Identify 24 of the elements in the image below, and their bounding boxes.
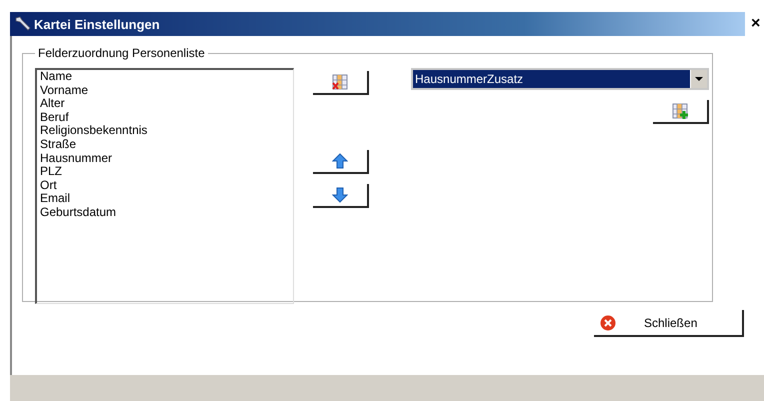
grid-add-icon: [672, 103, 688, 119]
arrow-down-icon: [332, 187, 348, 203]
list-item[interactable]: Beruf: [40, 110, 293, 124]
group-label: Felderzuordnung Personenliste: [37, 46, 206, 60]
grid-remove-icon: [332, 74, 348, 90]
list-item[interactable]: Alter: [40, 97, 293, 111]
list-item[interactable]: Name: [40, 70, 293, 84]
field-list[interactable]: Name Vorname Alter Beruf Religionsbekenntnis Straße Hausnummer PLZ Ort Email Geburtsdatum: [35, 68, 294, 304]
list-item[interactable]: PLZ: [40, 165, 293, 179]
wrench-icon: [14, 16, 32, 32]
list-item[interactable]: Email: [40, 192, 293, 206]
field-dropdown[interactable]: HausnummerZusatz: [411, 68, 709, 90]
close-icon: [600, 314, 616, 330]
close-dialog-button[interactable]: Schließen: [594, 310, 744, 337]
list-item[interactable]: Ort: [40, 178, 293, 192]
list-item[interactable]: Hausnummer: [40, 152, 293, 166]
caret-icon: [695, 77, 703, 81]
list-item[interactable]: Vorname: [40, 84, 293, 98]
arrow-up-icon: [332, 153, 348, 169]
close-button[interactable]: ×: [751, 16, 760, 32]
window-title: Kartei Einstellungen: [34, 16, 160, 32]
list-item[interactable]: Religionsbekenntnis: [40, 124, 293, 138]
list-item[interactable]: Straße: [40, 138, 293, 152]
list-item[interactable]: Geburtsdatum: [40, 206, 293, 220]
